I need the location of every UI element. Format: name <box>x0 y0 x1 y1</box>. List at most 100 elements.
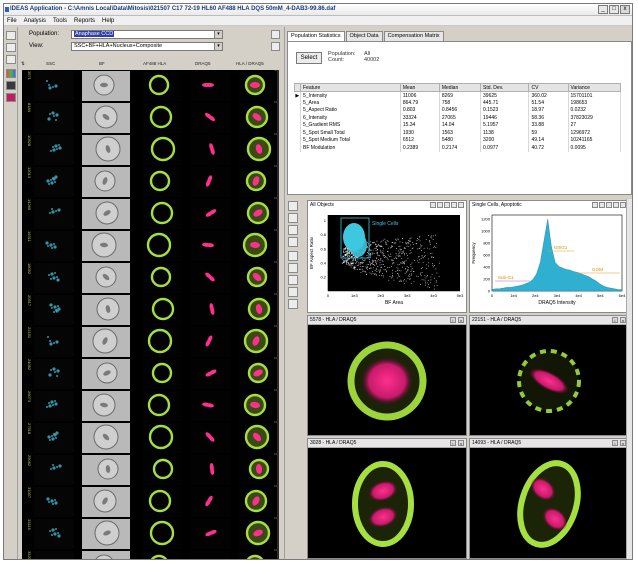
table-row[interactable]: 5_Area 864.79 758 445.71 51.54 198653 <box>294 99 622 107</box>
pan-tool-icon[interactable] <box>6 43 16 52</box>
column-header-median[interactable]: Median <box>438 83 482 92</box>
ssc-image[interactable] <box>34 263 74 293</box>
column-header-hla[interactable]: AF488 HLA <box>143 61 166 69</box>
pointer-tool-icon[interactable] <box>6 31 16 40</box>
column-header-std-dev[interactable]: Std. Dev. <box>480 83 530 92</box>
column-header-mean[interactable]: Mean <box>399 83 440 92</box>
menu-tools[interactable]: Tools <box>53 18 67 24</box>
ssc-image[interactable] <box>34 359 74 389</box>
brightfield-image[interactable] <box>82 199 130 229</box>
brightfield-image[interactable] <box>82 295 130 325</box>
overlay-icon[interactable] <box>6 93 16 102</box>
cell-image-gallery[interactable]: 3571 8184 10528 12013 14265 16311 18052 20517 22… <box>22 70 279 559</box>
gallery-row[interactable]: 35201 <box>22 550 279 559</box>
table-row[interactable]: 5_Gradient RMS 15.34 14.04 5.1957 33.88 27 <box>294 121 622 129</box>
zoom-in-icon[interactable] <box>592 202 598 208</box>
draq5-image[interactable] <box>190 327 230 357</box>
minimize-button[interactable]: _ <box>598 5 608 14</box>
hla-image[interactable] <box>141 103 181 133</box>
histogram-plot[interactable]: G0/G1G2/MSub-G10 1e4 2e4 3e4 4e4 5e4 6e4020040… <box>470 209 628 313</box>
table-row[interactable]: 5_Spot Small Total 1930 1563 1138 59 1296972 <box>294 129 622 137</box>
cell-image-panel[interactable]: 14093 - HLA / DRAQ5 i x <box>469 438 629 559</box>
ssc-image[interactable] <box>34 423 74 453</box>
tab-object-data[interactable]: Object Data <box>345 31 383 41</box>
composite-image[interactable] <box>237 167 277 197</box>
draq5-image[interactable] <box>190 135 230 165</box>
ssc-image[interactable] <box>34 551 74 559</box>
draq5-image[interactable] <box>190 423 230 453</box>
view-properties-icon[interactable] <box>271 42 280 51</box>
draq5-image[interactable] <box>190 103 230 133</box>
composite-image[interactable] <box>237 295 277 325</box>
tab-population-statistics[interactable]: Population Statistics <box>287 31 345 41</box>
draq5-image[interactable] <box>190 359 230 389</box>
cell-image-panel[interactable]: 5578 - HLA / DRAQ5 i x <box>307 315 467 436</box>
gallery-row[interactable]: 33119 <box>22 518 279 550</box>
draq5-image[interactable] <box>190 455 230 485</box>
menu-analysis[interactable]: Analysis <box>24 18 46 24</box>
composite-image[interactable] <box>237 135 277 165</box>
hla-image[interactable] <box>141 167 181 197</box>
histogram-panel[interactable]: Single Cells, Apoptotic G0/G1 G2/M Sub-G1 0… <box>469 200 629 313</box>
info-icon[interactable]: i <box>450 317 456 323</box>
draq5-image[interactable] <box>190 487 230 517</box>
close-icon[interactable]: x <box>458 440 464 446</box>
hla-image[interactable] <box>141 455 181 485</box>
draq5-image[interactable] <box>190 263 230 293</box>
gallery-row[interactable]: 16311 <box>22 230 279 262</box>
sort-icon[interactable]: ⇅ <box>21 61 25 69</box>
cell-image-panel[interactable]: 3028 - HLA / DRAQ5 i x <box>307 438 467 559</box>
hla-image[interactable] <box>141 199 181 229</box>
select-button[interactable]: Select <box>296 52 322 64</box>
menu-help[interactable]: Help <box>102 18 114 24</box>
region-tool-icon[interactable] <box>288 299 298 309</box>
hla-image[interactable] <box>141 519 181 549</box>
ssc-image[interactable] <box>34 327 74 357</box>
line-region-tool-icon[interactable] <box>288 213 298 223</box>
column-header-ssc[interactable]: SSC <box>46 61 55 69</box>
maximize-button[interactable]: □ <box>609 5 619 14</box>
ssc-image[interactable] <box>34 167 74 197</box>
help-icon[interactable] <box>613 202 619 208</box>
hla-image[interactable] <box>141 295 181 325</box>
close-icon[interactable] <box>458 202 464 208</box>
pointer-tool-icon[interactable] <box>288 201 298 211</box>
hla-image[interactable] <box>141 263 181 293</box>
close-icon[interactable]: x <box>458 317 464 323</box>
hla-image[interactable] <box>141 551 181 559</box>
draq5-image[interactable] <box>190 519 230 549</box>
composite-image[interactable] <box>237 391 277 421</box>
info-icon[interactable]: i <box>612 440 618 446</box>
gallery-row[interactable]: 18052 <box>22 262 279 294</box>
gallery-row[interactable]: 8184 <box>22 102 279 134</box>
cell-image-panel[interactable]: 22151 - HLA / DRAQ5 i x <box>469 315 629 436</box>
hla-image[interactable] <box>141 423 181 453</box>
composite-image[interactable] <box>237 487 277 517</box>
brightfield-image[interactable] <box>82 423 130 453</box>
draq5-image[interactable] <box>190 295 230 325</box>
brightfield-image[interactable] <box>82 135 130 165</box>
hla-image[interactable] <box>141 359 181 389</box>
brightfield-image[interactable] <box>82 519 130 549</box>
brightfield-image[interactable] <box>82 71 130 101</box>
gallery-row[interactable]: 27518 <box>22 422 279 454</box>
histogram-tool-icon[interactable] <box>288 225 298 235</box>
composite-image[interactable] <box>237 199 277 229</box>
gallery-row[interactable]: 14265 <box>22 198 279 230</box>
brightfield-image[interactable] <box>82 327 130 357</box>
column-header-variance[interactable]: Variance <box>567 83 622 92</box>
info-icon[interactable]: i <box>612 317 618 323</box>
composite-image[interactable] <box>237 551 277 559</box>
ssc-image[interactable] <box>34 199 74 229</box>
gallery-properties-icon[interactable] <box>271 30 280 39</box>
menu-reports[interactable]: Reports <box>74 18 95 24</box>
hla-image[interactable] <box>141 231 181 261</box>
scatter-tool-icon[interactable] <box>288 237 298 247</box>
hla-image[interactable] <box>141 71 181 101</box>
gallery-row[interactable]: 20517 <box>22 294 279 326</box>
brightfield-image[interactable] <box>82 167 130 197</box>
composite-image[interactable] <box>237 519 277 549</box>
polygon-tool-icon[interactable] <box>288 263 298 273</box>
scatter-plot[interactable]: Single Cells 0 1e3 2e3 3e3 4e3 5e3 0.2 0.4 0.6 0.8… <box>308 209 466 313</box>
composite-image[interactable] <box>237 71 277 101</box>
